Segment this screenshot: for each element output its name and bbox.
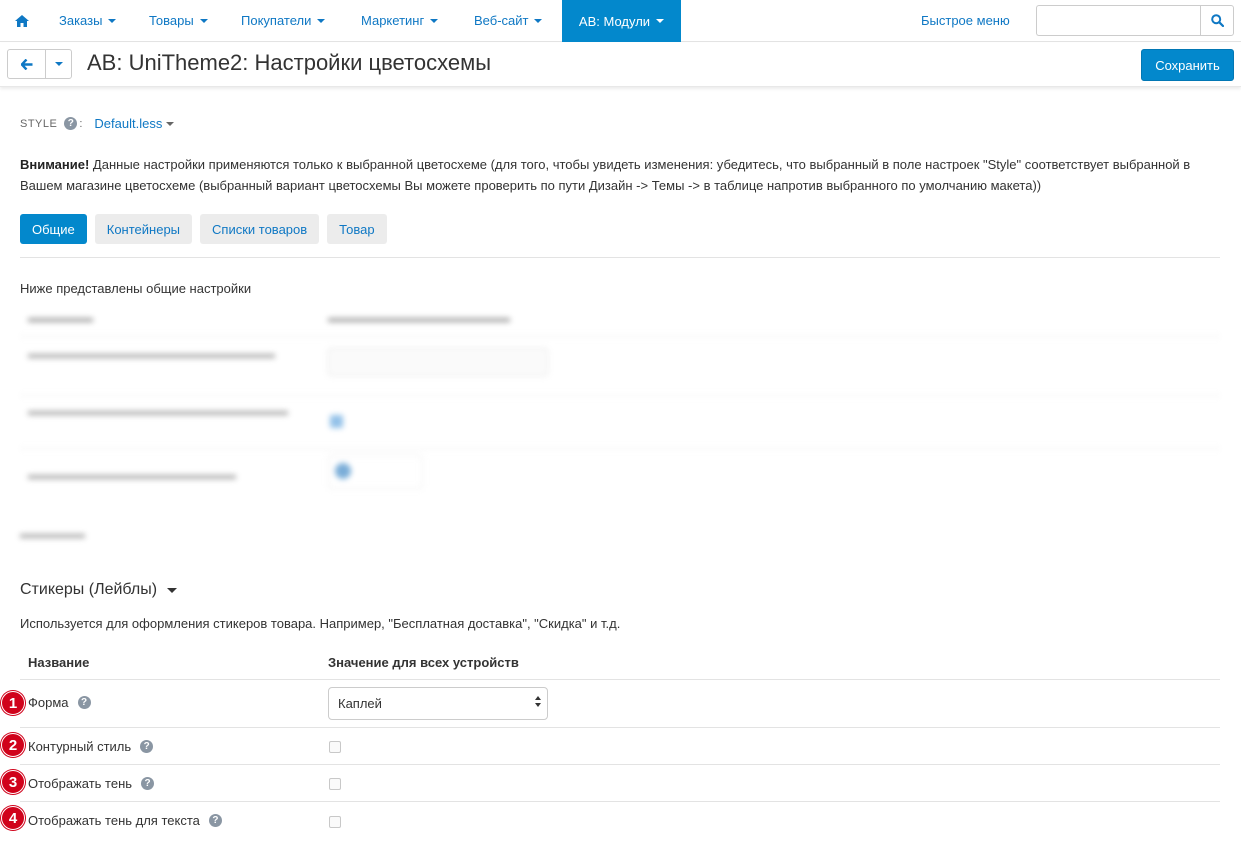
setting-label-text: Отображать тень [28, 776, 133, 791]
blurred-select [328, 348, 548, 376]
setting-label-text: Форма [28, 695, 69, 710]
blurred-settings-area: ▬▬▬▬▬ ▬▬▬▬▬▬▬▬▬▬▬▬▬▬ ▬▬▬▬▬▬▬▬▬▬▬▬▬▬▬▬▬▬▬… [20, 300, 1220, 550]
title-bar: AB: UniTheme2: Настройки цветосхемы Сохр… [0, 43, 1241, 87]
settings-tabs: Общие Контейнеры Списки товаров Товар [20, 214, 387, 244]
blurred-checkbox [330, 415, 343, 428]
stickers-description: Используется для оформления стикеров тов… [20, 616, 621, 631]
nav-customers[interactable]: Покупатели [241, 0, 326, 41]
warning-title: Внимание! [20, 157, 90, 172]
stickers-section-title: Стикеры (Лейблы) [20, 581, 158, 598]
chevron-down-icon [167, 587, 178, 593]
blurred-color-swatch [335, 463, 351, 479]
blurred-text: ▬▬▬▬▬▬▬▬▬▬▬▬▬▬▬▬ [28, 467, 236, 482]
warning-text: Данные настройки применяются только к вы… [20, 157, 1191, 193]
arrow-left-icon [20, 58, 32, 70]
setting-label-text: Отображать тень для текста [28, 813, 200, 828]
nav-orders-label: Заказы [59, 13, 103, 28]
blurred-text: ▬▬▬▬▬▬▬▬▬▬▬▬▬▬▬▬▬▬▬ [28, 346, 275, 361]
blurred-header: ▬▬▬▬▬▬▬▬▬▬▬▬▬▬ [328, 310, 510, 325]
search-icon [1210, 14, 1224, 27]
general-section-description: Ниже представлены общие настройки [20, 281, 252, 296]
setting-label: Отображать тень? [28, 776, 155, 791]
annotation-marker: 4 [1, 806, 25, 830]
annotation-marker: 3 [1, 770, 25, 794]
table-row: Отображать тень для текста? [20, 801, 1220, 841]
nav-ab-modules-label: AB: Модули [578, 13, 651, 29]
blurred-divider [20, 448, 1220, 449]
style-selector-row: STYLE ? : Default.less [20, 116, 175, 131]
warning-notice: Внимание! Данные настройки применяются т… [20, 154, 1220, 196]
chevron-down-icon [534, 18, 543, 23]
style-colon: : [79, 117, 83, 130]
nav-marketing[interactable]: Маркетинг [361, 0, 439, 41]
nav-website[interactable]: Веб-сайт [474, 0, 543, 41]
text-shadow-checkbox[interactable] [329, 816, 341, 828]
table-row: Контурный стиль? [20, 727, 1220, 764]
blurred-divider [20, 395, 1220, 396]
annotation-marker: 2 [1, 733, 25, 757]
back-button[interactable] [7, 49, 46, 79]
nav-orders[interactable]: Заказы [59, 0, 117, 41]
show-shadow-checkbox[interactable] [329, 778, 341, 790]
top-navigation: Заказы Товары Покупатели Маркетинг Веб-с… [0, 0, 1241, 42]
stickers-section-toggle[interactable]: Стикеры (Лейблы) [20, 581, 178, 599]
annotation-marker: 1 [1, 691, 25, 715]
page-title: AB: UniTheme2: Настройки цветосхемы [87, 50, 492, 75]
chevron-down-icon [317, 18, 326, 23]
column-header-value: Значение для всех устройств [328, 655, 519, 670]
blurred-divider [20, 336, 1220, 337]
blurred-section-title: ▬▬▬▬▬ [20, 526, 85, 541]
blurred-text: ▬▬▬▬▬▬▬▬▬▬▬▬▬▬▬▬▬▬▬▬ [28, 403, 288, 418]
chevron-down-icon [54, 62, 63, 66]
nav-customers-label: Покупатели [241, 13, 312, 28]
nav-ab-modules[interactable]: AB: Модули [562, 0, 681, 42]
setting-label: Контурный стиль? [28, 739, 154, 754]
help-icon[interactable]: ? [141, 777, 155, 790]
nav-website-label: Веб-сайт [474, 13, 529, 28]
save-button[interactable]: Сохранить [1141, 49, 1234, 81]
help-icon[interactable]: ? [77, 696, 91, 709]
shape-select-value: Каплей [338, 696, 382, 711]
nav-marketing-label: Маркетинг [361, 13, 425, 28]
blurred-header: ▬▬▬▬▬ [28, 310, 93, 325]
tab-product-lists[interactable]: Списки товаров [200, 214, 320, 244]
nav-products-label: Товары [149, 13, 194, 28]
chevron-down-icon [656, 19, 665, 23]
setting-label: Отображать тень для текста? [28, 813, 222, 828]
shape-select[interactable]: Каплей [328, 687, 548, 720]
tab-general[interactable]: Общие [20, 214, 87, 244]
setting-label: Форма? [28, 695, 91, 710]
quick-menu-link[interactable]: Быстрое меню [921, 0, 1010, 41]
back-dropdown-button[interactable] [45, 49, 72, 79]
tab-containers[interactable]: Контейнеры [94, 214, 193, 244]
search-button[interactable] [1200, 5, 1234, 36]
outline-style-checkbox[interactable] [329, 741, 341, 753]
style-dropdown[interactable]: Default.less [94, 116, 175, 131]
column-header-name: Название [28, 655, 90, 670]
chevron-down-icon [430, 18, 439, 23]
setting-label-text: Контурный стиль [28, 739, 132, 754]
divider [20, 257, 1220, 258]
select-arrows-icon [535, 696, 541, 707]
nav-products[interactable]: Товары [149, 0, 208, 41]
table-row: Форма? Каплей [20, 679, 1220, 727]
home-icon[interactable] [8, 0, 36, 41]
tab-product[interactable]: Товар [327, 214, 387, 244]
help-icon[interactable]: ? [208, 814, 222, 827]
chevron-down-icon [166, 121, 175, 126]
table-row: Отображать тень? [20, 764, 1220, 801]
style-label: STYLE [20, 117, 58, 130]
help-icon[interactable]: ? [140, 740, 154, 753]
help-icon[interactable]: ? [64, 117, 78, 130]
chevron-down-icon [199, 18, 208, 23]
search-input[interactable] [1036, 5, 1201, 36]
style-dropdown-value: Default.less [94, 116, 163, 131]
chevron-down-icon [108, 18, 117, 23]
